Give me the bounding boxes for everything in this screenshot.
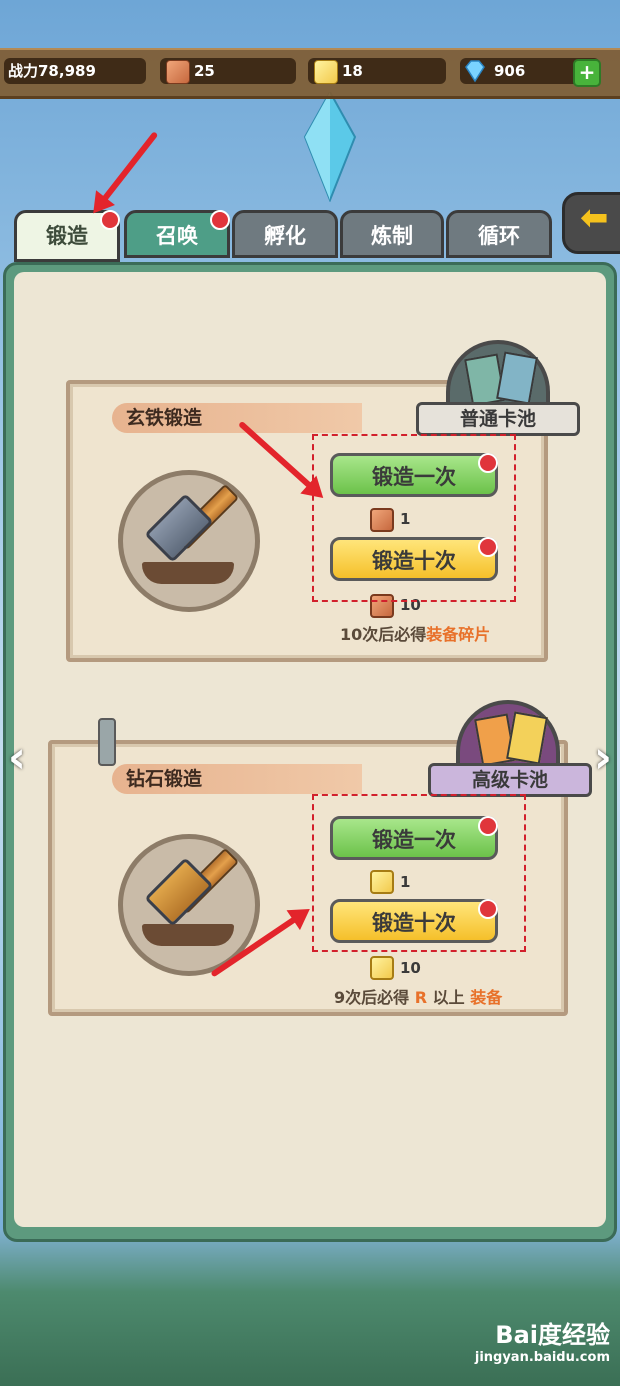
card-title: 玄铁锻造 — [112, 403, 362, 433]
card-title-text: 钻石锻造 — [126, 768, 203, 790]
back-arrow-icon: ⬅ — [580, 198, 609, 238]
tab-refine[interactable]: 炼制 — [340, 210, 444, 258]
highlight-box — [312, 434, 516, 602]
note-text: 以上 — [432, 988, 465, 1007]
note-text: 10次后必得 — [340, 625, 427, 644]
diamond-value: 906 — [494, 62, 526, 80]
gold-value: 18 — [342, 62, 363, 80]
tab-label: 召唤 — [156, 224, 198, 248]
tab-label: 孵化 — [264, 224, 306, 248]
guarantee-note: 10次后必得装备碎片 — [340, 621, 490, 645]
pool-label-text: 普通卡池 — [459, 408, 536, 430]
gold-ore-icon — [314, 60, 338, 84]
next-page-arrow-icon[interactable]: › — [590, 734, 616, 782]
anvil-icon — [142, 924, 234, 946]
note-highlight: 装备 — [470, 988, 503, 1007]
tab-cycle[interactable]: 循环 — [446, 210, 552, 258]
plus-icon[interactable]: + — [573, 59, 601, 87]
copper-ore-icon — [166, 60, 190, 84]
cost-ten: 10 — [400, 959, 421, 977]
card-clip — [98, 718, 116, 766]
tab-label: 炼制 — [371, 224, 413, 248]
card-title: 钻石锻造 — [112, 764, 362, 794]
tab-hatch[interactable]: 孵化 — [232, 210, 338, 258]
note-highlight: 装备碎片 — [426, 625, 491, 644]
watermark-text: Bai度经验 — [495, 1321, 610, 1349]
note-text: 9次后必得 — [334, 988, 410, 1007]
anvil-icon — [142, 562, 234, 584]
tab-label: 锻造 — [46, 224, 88, 248]
power-value: 战力78,989 — [8, 62, 96, 80]
notification-dot — [210, 210, 230, 230]
diamond-icon — [465, 60, 485, 83]
guarantee-note: 9次后必得 R 以上 装备 — [334, 984, 502, 1008]
crystal-icon — [303, 92, 357, 202]
note-highlight: R — [414, 988, 428, 1007]
watermark: Bai度经验 jingyan.baidu.com — [470, 1315, 610, 1375]
copper-display: 25 — [160, 58, 296, 84]
gold-display: 18 — [308, 58, 446, 84]
highlight-box — [312, 794, 526, 952]
prev-page-arrow-icon[interactable]: ‹ — [4, 734, 30, 782]
power-display: 战力78,989 — [4, 58, 146, 84]
tab-label: 循环 — [478, 224, 520, 248]
watermark-url: jingyan.baidu.com — [474, 1350, 610, 1365]
copper-value: 25 — [194, 62, 215, 80]
card-title-text: 玄铁锻造 — [126, 407, 203, 429]
pool-label-advanced: 高级卡池 — [428, 763, 592, 797]
gold-ore-icon — [370, 956, 394, 980]
pool-label-text: 高级卡池 — [471, 769, 548, 791]
pool-label-normal: 普通卡池 — [416, 402, 580, 436]
